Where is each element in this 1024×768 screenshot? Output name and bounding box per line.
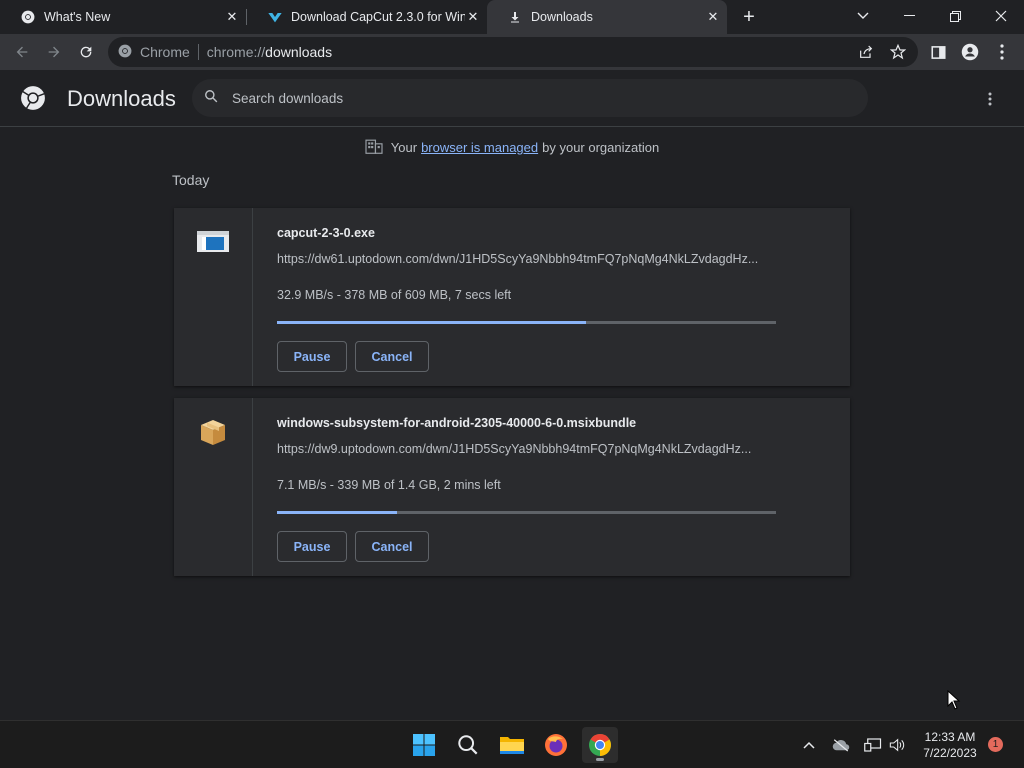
windows-start-icon[interactable]	[406, 727, 442, 763]
page-title: Downloads	[67, 86, 176, 111]
downloads-menu-icon[interactable]	[978, 87, 1002, 111]
uptodown-icon	[267, 9, 283, 25]
progress-fill	[277, 321, 587, 324]
clock-time: 12:33 AM	[924, 730, 976, 744]
cancel-button[interactable]: Cancel	[355, 531, 429, 562]
tab-strip: What's New ✕ Download CapCut 2.3.0 for W…	[0, 0, 1024, 34]
downloads-header: Downloads	[0, 70, 1024, 127]
show-hidden-icons-chevron-icon[interactable]	[798, 735, 820, 755]
download-url[interactable]: https://dw61.uptodown.com/dwn/J1HD5ScyYa…	[277, 252, 777, 266]
managed-notice: Your browser is managed by your organiza…	[0, 138, 1024, 157]
progress-bar	[277, 511, 776, 514]
taskbar-search-icon[interactable]	[450, 727, 486, 763]
forward-arrow-icon[interactable]	[42, 40, 66, 64]
file-explorer-icon[interactable]	[494, 727, 530, 763]
package-icon[interactable]	[196, 416, 230, 446]
browser-managed-link[interactable]: browser is managed	[421, 140, 538, 155]
taskbar-clock[interactable]: 12:33 AM 7/22/2023	[910, 729, 990, 761]
reload-icon[interactable]	[74, 40, 98, 64]
chrome-menu-icon[interactable]	[990, 40, 1014, 64]
chrome-taskbar-icon[interactable]	[582, 727, 618, 763]
download-icon-column	[174, 398, 253, 576]
tab-capcut[interactable]: Download CapCut 2.3.0 for Windows ✕	[247, 0, 487, 34]
notification-badge[interactable]: 1	[988, 737, 1003, 752]
tab-downloads[interactable]: Downloads ✕	[487, 0, 727, 34]
download-filename[interactable]: windows-subsystem-for-android-2305-40000…	[277, 416, 636, 430]
download-item: windows-subsystem-for-android-2305-40000…	[174, 398, 850, 576]
bookmark-star-icon[interactable]	[886, 40, 910, 64]
side-panel-icon[interactable]	[926, 40, 950, 64]
chrome-logo-icon	[20, 85, 46, 111]
building-icon	[365, 138, 383, 157]
url-scheme: chrome://	[206, 44, 266, 60]
search-icon	[204, 89, 218, 108]
exe-file-icon[interactable]	[196, 226, 230, 256]
clock-date: 7/22/2023	[923, 746, 977, 760]
firefox-icon[interactable]	[538, 727, 574, 763]
chrome-site-icon	[118, 44, 132, 61]
toolbar: Chrome chrome://downloads	[0, 34, 1024, 70]
profile-icon[interactable]	[958, 40, 982, 64]
search-downloads-input[interactable]	[232, 90, 832, 106]
volume-icon[interactable]	[886, 735, 908, 755]
network-icon[interactable]	[862, 735, 884, 755]
onedrive-offline-icon[interactable]	[830, 735, 852, 755]
share-icon[interactable]	[854, 40, 878, 64]
omnibox-divider	[197, 44, 199, 60]
tab-search-icon[interactable]	[840, 0, 886, 32]
site-label: Chrome	[140, 44, 190, 60]
date-section-label: Today	[172, 172, 210, 188]
managed-prefix: Your	[390, 140, 418, 155]
cancel-button[interactable]: Cancel	[355, 341, 429, 372]
progress-fill	[277, 511, 397, 514]
active-app-indicator	[596, 758, 604, 761]
tab-title: Downloads	[531, 10, 593, 24]
download-url[interactable]: https://dw9.uptodown.com/dwn/J1HD5ScyYa9…	[277, 442, 777, 456]
progress-bar	[277, 321, 776, 324]
close-window-icon[interactable]	[978, 0, 1024, 32]
download-icon	[507, 9, 523, 25]
close-tab-icon[interactable]: ✕	[224, 9, 240, 25]
close-tab-icon[interactable]: ✕	[705, 9, 721, 25]
search-box[interactable]	[192, 79, 868, 117]
address-bar[interactable]: Chrome chrome://downloads	[108, 37, 918, 67]
chrome-icon	[20, 9, 36, 25]
pause-button[interactable]: Pause	[277, 531, 347, 562]
close-tab-icon[interactable]: ✕	[465, 9, 481, 25]
download-filename[interactable]: capcut-2-3-0.exe	[277, 226, 375, 240]
restore-icon[interactable]	[932, 0, 978, 32]
tab-title: Download CapCut 2.3.0 for Windows	[291, 10, 465, 24]
download-icon-column	[174, 208, 253, 386]
download-item: capcut-2-3-0.exe https://dw61.uptodown.c…	[174, 208, 850, 386]
minimize-icon[interactable]	[886, 0, 932, 32]
taskbar: 12:33 AM 7/22/2023 1	[0, 720, 1024, 768]
back-arrow-icon[interactable]	[10, 40, 34, 64]
mouse-cursor-icon	[947, 689, 961, 710]
new-tab-button[interactable]: +	[738, 6, 760, 28]
pause-button[interactable]: Pause	[277, 341, 347, 372]
download-status: 7.1 MB/s - 339 MB of 1.4 GB, 2 mins left	[277, 478, 501, 492]
tab-title: What's New	[44, 10, 111, 24]
tab-whats-new[interactable]: What's New ✕	[0, 0, 246, 34]
url-path: downloads	[265, 44, 333, 60]
download-status: 32.9 MB/s - 378 MB of 609 MB, 7 secs lef…	[277, 288, 512, 302]
managed-suffix: by your organization	[542, 140, 660, 155]
